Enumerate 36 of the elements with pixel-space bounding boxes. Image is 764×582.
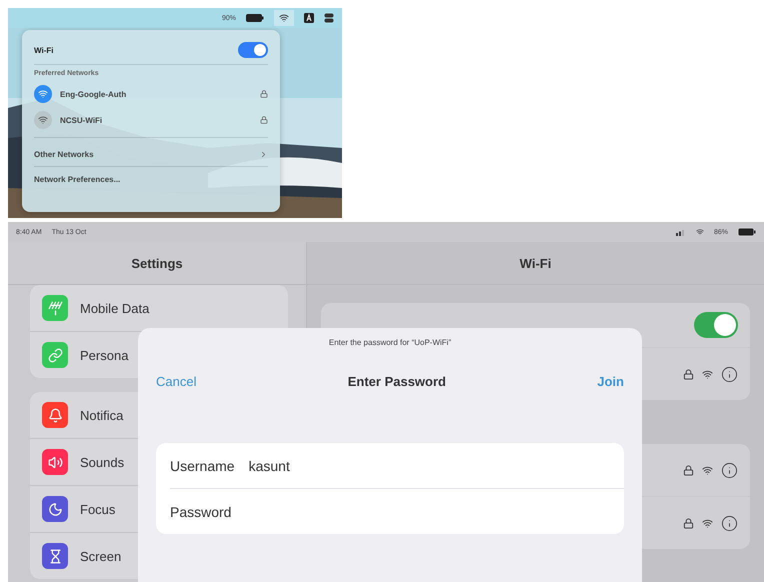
settings-item[interactable]: Persona	[80, 348, 128, 362]
settings-item[interactable]: Screen	[80, 548, 122, 564]
wifi-toggle[interactable]	[694, 312, 738, 338]
dialog-title: Enter Password	[348, 374, 446, 388]
menu-item[interactable]: Network Preferences...	[34, 174, 268, 184]
battery-icon	[738, 228, 756, 236]
settings-item[interactable]: Mobile Data	[80, 300, 150, 316]
sidebar-title: Settings	[131, 256, 183, 270]
page-title: Wi-Fi	[520, 256, 552, 270]
signal-icon	[676, 228, 686, 236]
text-field[interactable]: Username kasunt	[170, 443, 624, 489]
dialog-prompt: Enter the password for “UoP-WiFi”	[328, 338, 452, 347]
settings-item[interactable]: Sounds	[80, 454, 124, 470]
text-field[interactable]: Password	[170, 489, 624, 534]
wifi-icon	[702, 464, 713, 476]
control-center-icon[interactable]	[324, 13, 334, 23]
chevron-icon	[259, 150, 268, 158]
wifi-toggle[interactable]	[238, 42, 268, 58]
field-label: Password	[170, 504, 232, 520]
field-label: Username	[170, 458, 235, 474]
wifi-icon[interactable]	[274, 10, 294, 26]
battery-icon	[246, 14, 264, 22]
settings-item[interactable]: Focus	[80, 502, 116, 516]
menu-item[interactable]: Other Networks	[34, 150, 251, 158]
settings-item[interactable]: Notifica	[80, 408, 124, 422]
field-value: kasunt	[248, 458, 290, 474]
wifi-icon	[696, 228, 704, 236]
info-icon[interactable]	[721, 514, 738, 532]
info-icon[interactable]	[721, 366, 738, 382]
info-icon[interactable]	[721, 462, 738, 478]
wifi-icon	[702, 518, 713, 528]
wifi-label: Wi-Fi	[34, 46, 54, 54]
letter-a-icon[interactable]	[304, 13, 314, 23]
network-name[interactable]: Eng-Google-Auth	[60, 90, 252, 98]
network-name[interactable]: NCSU-WiFi	[60, 116, 252, 124]
wifi-icon	[702, 368, 713, 380]
